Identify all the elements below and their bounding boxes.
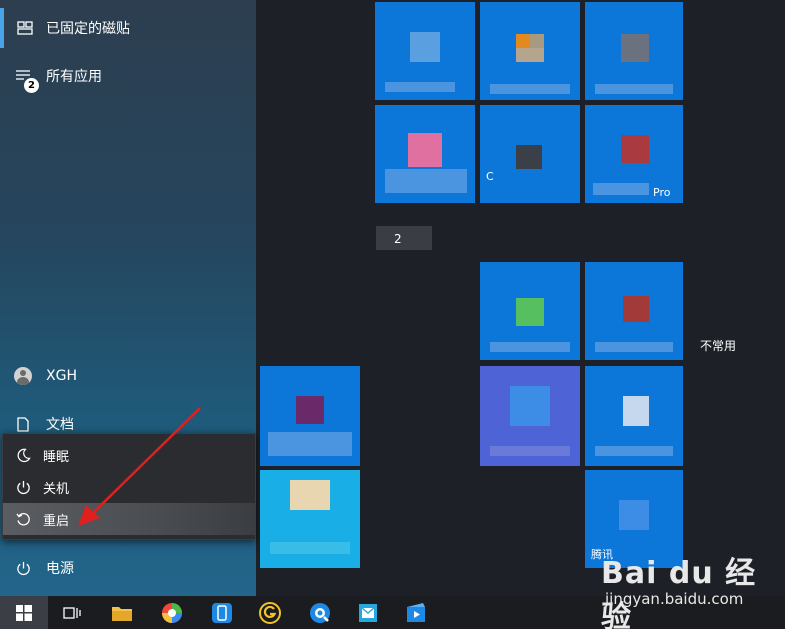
- media-app-icon: [407, 602, 425, 622]
- power-icon: [3, 480, 43, 495]
- phone-icon: [212, 602, 232, 623]
- taskbar-app-colorful[interactable]: [148, 596, 196, 629]
- taskbar-browser[interactable]: [296, 596, 344, 629]
- app-tile[interactable]: [375, 105, 475, 203]
- tile-label-blur: [593, 183, 649, 195]
- menu-item-label: 重启: [43, 513, 70, 529]
- task-view-icon: [63, 606, 81, 619]
- rail-item-all-apps[interactable]: 所有应用 2: [0, 56, 256, 96]
- windows-icon: [16, 604, 32, 621]
- tile-caption: Pro: [653, 186, 671, 199]
- app-tile[interactable]: C: [480, 105, 580, 203]
- rail-item-power[interactable]: 电源: [0, 548, 256, 588]
- app-tile[interactable]: [480, 2, 580, 100]
- baidu-watermark: Bai du 经验 jingyan.baidu.com: [585, 540, 785, 629]
- task-view-button[interactable]: [48, 596, 96, 629]
- taskbar-phone-app[interactable]: [198, 596, 246, 629]
- tile-label-blur: [385, 82, 455, 92]
- tile-group-label: 不常用: [700, 339, 737, 353]
- user-name: XGH: [46, 368, 77, 384]
- power-flyout-menu: 睡眠 关机 重启: [2, 433, 256, 540]
- menu-item-label: 睡眠: [43, 449, 70, 465]
- tile-label-blur: [490, 84, 570, 94]
- rail-item-pinned-tiles[interactable]: 已固定的磁贴: [0, 8, 256, 48]
- moon-icon: [3, 448, 43, 463]
- tile-label-blur: [385, 169, 467, 193]
- tile-app-icon: [621, 34, 649, 62]
- taskbar-g-app[interactable]: [246, 596, 294, 629]
- tile-app-icon: [516, 298, 544, 326]
- tile-label-blur: [595, 84, 673, 94]
- tile-label-blur: [270, 542, 350, 554]
- tile-app-icon: [296, 396, 324, 424]
- menu-item-shutdown[interactable]: 关机: [3, 471, 255, 503]
- tile-app-icon: [290, 480, 330, 510]
- notification-badge: 2: [24, 78, 39, 93]
- app-tile[interactable]: [375, 2, 475, 100]
- tile-caption: C: [486, 170, 494, 183]
- app-tile[interactable]: [480, 366, 580, 466]
- tile-label-blur: [595, 342, 673, 352]
- tile-label-blur: [376, 226, 432, 250]
- restart-icon: [3, 512, 43, 527]
- rail-item-label: 所有应用: [46, 69, 102, 85]
- rail-item-label: 电源: [46, 561, 74, 577]
- taskbar-media-app[interactable]: [392, 596, 440, 629]
- rail-item-user[interactable]: XGH: [0, 356, 256, 396]
- g-app-icon: [259, 601, 281, 624]
- tile-app-icon: [408, 133, 442, 167]
- tile-label-blur: [490, 342, 570, 352]
- group-fragment: 2: [394, 232, 402, 246]
- tile-app-icon: [623, 396, 649, 426]
- tile-app-icon: [621, 135, 649, 163]
- menu-item-restart[interactable]: 重启: [3, 503, 255, 535]
- power-icon: [0, 561, 46, 576]
- app-tile[interactable]: [585, 2, 683, 100]
- document-icon: [0, 416, 46, 432]
- app-tile[interactable]: [480, 262, 580, 360]
- folder-icon: [112, 606, 132, 621]
- menu-item-sleep[interactable]: 睡眠: [3, 439, 255, 471]
- mail-app-icon: [359, 603, 377, 622]
- tile-label-blur: [490, 446, 570, 456]
- app-tile[interactable]: [585, 262, 683, 360]
- menu-item-label: 关机: [43, 481, 70, 497]
- start-button[interactable]: [0, 596, 48, 629]
- app-tile[interactable]: [260, 366, 360, 466]
- tile-app-icon: [619, 500, 649, 530]
- avatar: [14, 367, 32, 385]
- app-tile[interactable]: [260, 470, 360, 568]
- watermark-url: jingyan.baidu.com: [605, 590, 744, 608]
- taskbar-file-explorer[interactable]: [98, 596, 146, 629]
- list-icon: [0, 69, 46, 83]
- tile-app-icon: [516, 145, 542, 169]
- browser-icon: [310, 602, 330, 623]
- app-tile[interactable]: [585, 366, 683, 466]
- app-tile[interactable]: Pro: [585, 105, 683, 203]
- tile-app-icon: [623, 296, 649, 322]
- tile-app-icon: [410, 32, 440, 62]
- tile-label-blur: [268, 432, 352, 456]
- colorful-app-icon: [162, 602, 182, 623]
- tile-app-icon: [510, 386, 550, 426]
- watermark-logo: Bai du 经验: [601, 556, 757, 629]
- taskbar-mail-app[interactable]: [344, 596, 392, 629]
- rail-item-label: 已固定的磁贴: [46, 21, 130, 37]
- tiles-icon: [4, 21, 46, 35]
- rail-item-label: 文档: [46, 417, 74, 433]
- tile-app-icon: [516, 34, 530, 48]
- tile-label-blur: [595, 446, 673, 456]
